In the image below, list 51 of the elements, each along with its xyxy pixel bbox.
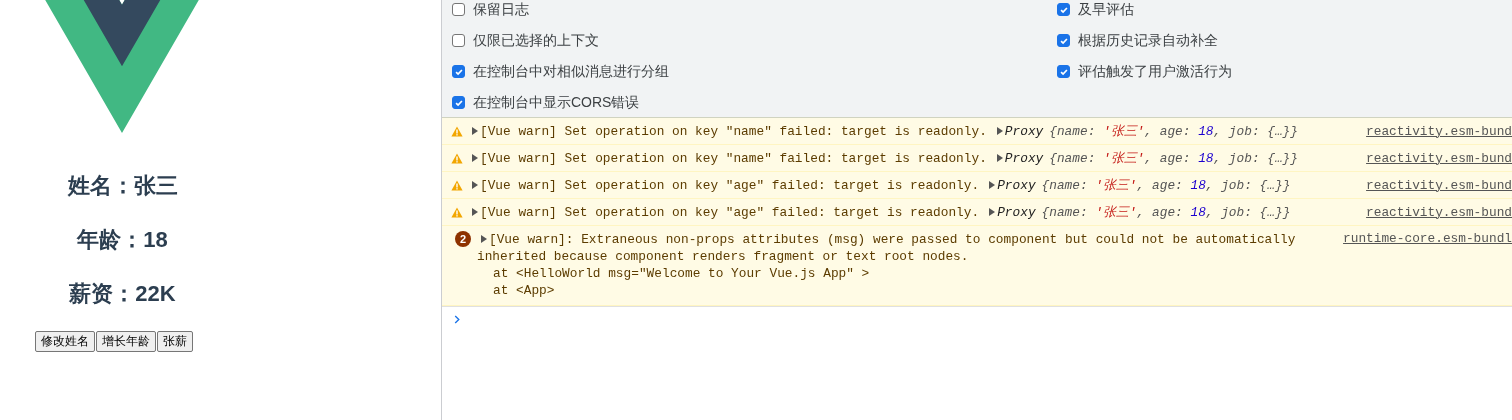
expand-triangle-icon[interactable]	[481, 235, 487, 243]
checkbox[interactable]	[452, 65, 465, 78]
prompt-icon[interactable]	[454, 315, 460, 324]
expand-triangle-icon[interactable]	[989, 181, 996, 189]
source-link[interactable]: reactivity.esm-bund	[1366, 177, 1512, 193]
expand-triangle-icon[interactable]	[472, 127, 478, 135]
expand-triangle-icon[interactable]	[996, 127, 1003, 135]
info-heading: 薪资：22K	[68, 280, 177, 308]
source-link[interactable]: reactivity.esm-bund	[1366, 150, 1512, 166]
object-preview[interactable]: Proxy {name: '张三', age: 18, job: {…}}	[997, 176, 1291, 194]
checkbox[interactable]	[452, 96, 465, 109]
object-preview[interactable]: Proxy {name: '张三', age: 18, job: {…}}	[997, 203, 1291, 221]
message-text: [Vue warn] Set operation on key "name" failed: target is readonly.	[480, 123, 987, 139]
message-text: [Vue warn] Set operation on key "age" failed: target is readonly.	[480, 177, 980, 193]
expand-triangle-icon[interactable]	[472, 181, 478, 189]
warning-icon	[451, 125, 463, 137]
setting-label: 在控制台中显示CORS错误	[473, 93, 640, 112]
warning-icon	[451, 206, 463, 218]
info-heading: 姓名：张三	[66, 172, 179, 200]
stack-line: at <App>	[492, 282, 556, 299]
expand-triangle-icon[interactable]	[472, 208, 478, 216]
checkbox[interactable]	[1057, 3, 1070, 16]
action-button[interactable]: 张薪	[157, 331, 193, 352]
expand-triangle-icon[interactable]	[989, 208, 996, 216]
checkbox[interactable]	[452, 3, 465, 16]
object-preview[interactable]: Proxy {name: '张三', age: 18, job: {…}}	[1004, 149, 1298, 167]
info-heading: 年龄：18	[75, 226, 169, 254]
expand-triangle-icon[interactable]	[472, 154, 478, 162]
checkbox[interactable]	[452, 34, 465, 47]
action-button[interactable]: 增长年龄	[96, 331, 156, 352]
setting-label: 在控制台中对相似消息进行分组	[473, 62, 669, 81]
warning-icon	[451, 179, 463, 191]
checkbox[interactable]	[1057, 65, 1070, 78]
object-preview[interactable]: Proxy {name: '张三', age: 18, job: {…}}	[1004, 122, 1298, 140]
source-link[interactable]: reactivity.esm-bund	[1366, 123, 1512, 139]
count-badge: 2	[455, 231, 471, 247]
setting-label: 保留日志	[473, 0, 529, 19]
source-link[interactable]: runtime-core.esm-bundl	[1343, 231, 1512, 246]
checkbox[interactable]	[1057, 34, 1070, 47]
setting-label: 根据历史记录自动补全	[1078, 31, 1218, 50]
warning-icon	[451, 152, 463, 164]
message-text: [Vue warn] Set operation on key "age" failed: target is readonly.	[480, 204, 980, 220]
setting-label: 及早评估	[1078, 0, 1134, 19]
message-text: [Vue warn]: Extraneous non-props attributes (msg) were passed to component but could not be automatically inherited because component renders fragment or text root nodes.	[477, 231, 1297, 265]
expand-triangle-icon[interactable]	[996, 154, 1003, 162]
setting-label: 仅限已选择的上下文	[473, 31, 599, 50]
message-text: [Vue warn] Set operation on key "name" failed: target is readonly.	[480, 150, 987, 166]
action-button[interactable]: 修改姓名	[35, 331, 95, 352]
stack-line: at <HelloWorld msg="Welcome to Your Vue.js App" >	[492, 265, 871, 282]
setting-label: 评估触发了用户激活行为	[1078, 62, 1232, 81]
source-link[interactable]: reactivity.esm-bund	[1366, 204, 1512, 220]
